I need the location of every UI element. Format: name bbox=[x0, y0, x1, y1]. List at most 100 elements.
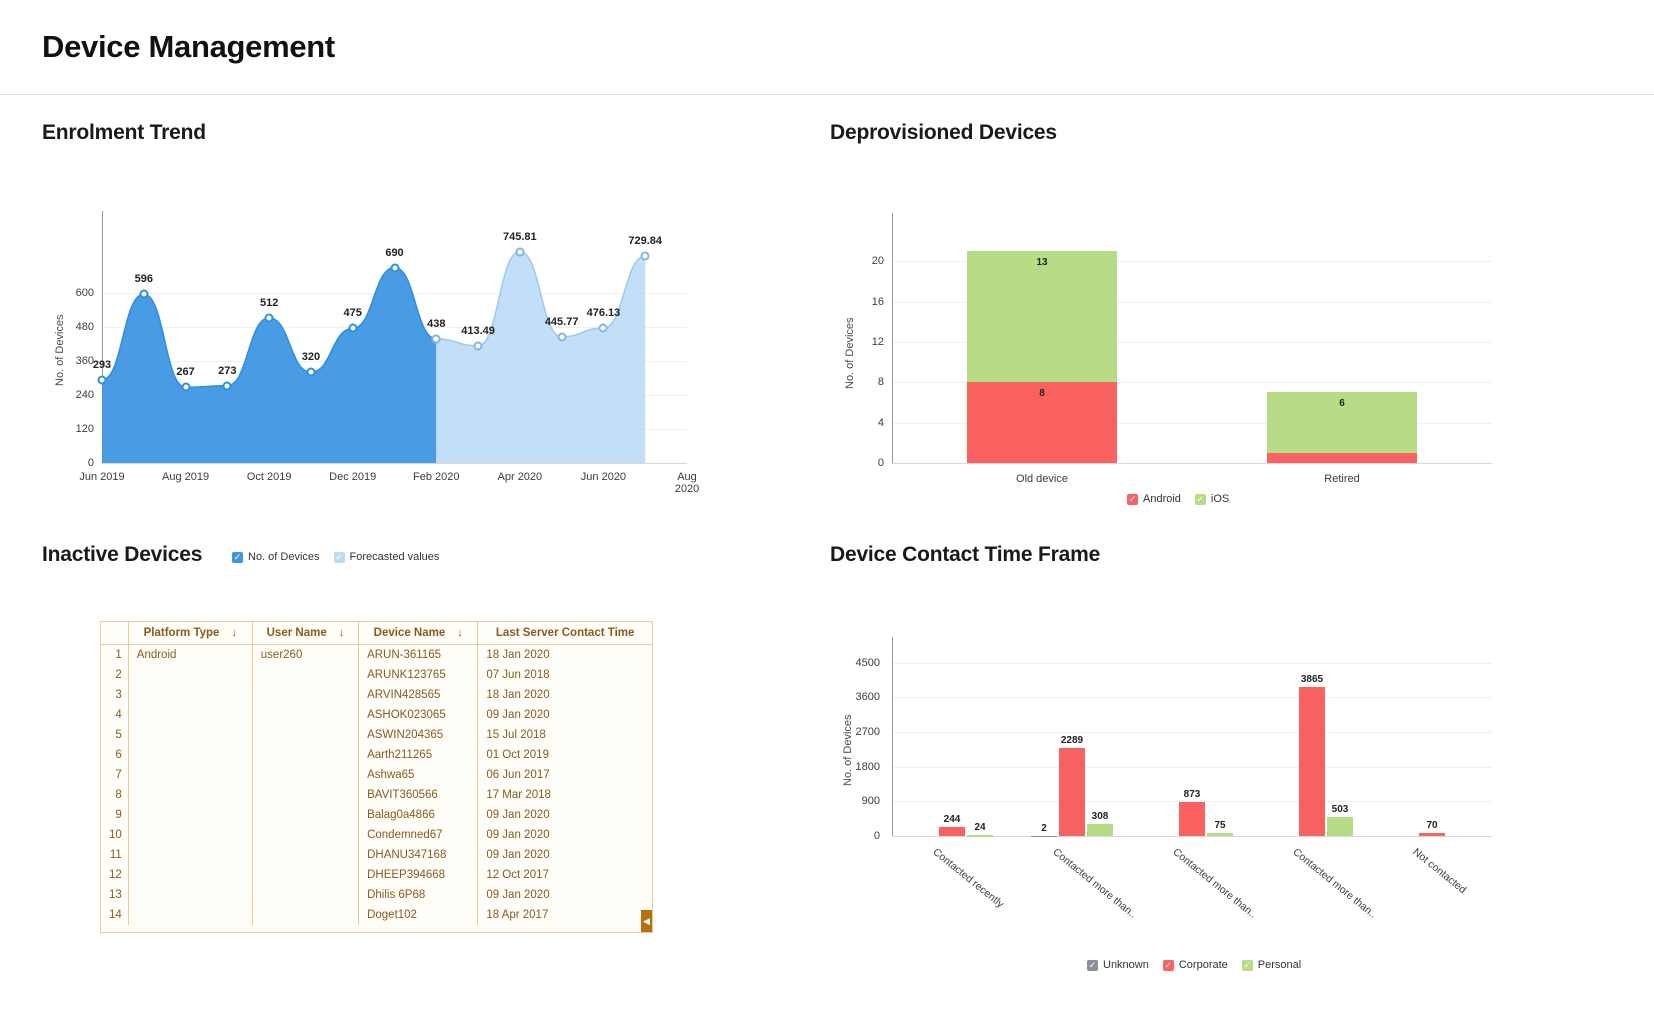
sort-arrow-icon[interactable]: ↓ bbox=[457, 627, 463, 639]
table-cell-device: Ashwa65 bbox=[358, 765, 479, 785]
legend-item[interactable]: ✓ iOS bbox=[1194, 493, 1229, 505]
table-cell-platform bbox=[128, 805, 253, 825]
data-point[interactable] bbox=[222, 381, 232, 391]
data-point-label: 413.49 bbox=[461, 324, 495, 337]
bar-segment[interactable] bbox=[1299, 687, 1325, 836]
table-header-cell[interactable]: Device Name ↓ bbox=[358, 622, 479, 645]
table-cell-user bbox=[252, 765, 360, 785]
table-row[interactable]: 13 Dhilis 6P68 09 Jan 2020 bbox=[101, 885, 652, 905]
deprovisioned-chart: No. of Devices 0 4 8 12 16 20 8 13 Old device 6 Re… bbox=[830, 203, 1530, 503]
y-axis-tick-label: 600 bbox=[75, 287, 94, 299]
deprovisioned-legend[interactable]: ✓ Android ✓ iOS bbox=[1127, 493, 1229, 505]
data-point[interactable] bbox=[431, 334, 441, 344]
table-cell-user bbox=[252, 785, 360, 805]
x-axis-category-label: Contacted more than.. bbox=[1170, 846, 1259, 921]
legend-checkbox-icon[interactable]: ✓ bbox=[1241, 959, 1253, 971]
legend-item[interactable]: ✓ Personal bbox=[1241, 959, 1302, 971]
legend-label: Personal bbox=[1257, 959, 1302, 971]
table-cell-user bbox=[252, 825, 360, 845]
table-header-cell[interactable]: User Name ↓ bbox=[252, 622, 360, 645]
y-axis-tick-label: 12 bbox=[871, 335, 884, 348]
sort-arrow-icon[interactable]: ↓ bbox=[339, 627, 345, 639]
bar-value-label: 13 bbox=[1036, 257, 1048, 269]
table-cell-user bbox=[252, 705, 360, 725]
grid-line bbox=[892, 766, 1492, 768]
table-row[interactable]: 4 ASHOK023065 09 Jan 2020 bbox=[101, 705, 652, 725]
table-body: 1 Android user260 ARUN-361165 18 Jan 2020 2 AR… bbox=[101, 644, 652, 925]
table-cell-platform bbox=[128, 745, 253, 765]
bar-segment[interactable] bbox=[1419, 833, 1445, 836]
table-row[interactable]: 14 Doget102 18 Apr 2017 bbox=[101, 905, 652, 925]
contact-legend[interactable]: ✓ Unknown ✓ Corporate ✓ Personal bbox=[1087, 959, 1301, 971]
legend-checkbox-icon[interactable]: ✓ bbox=[1087, 959, 1098, 971]
data-point[interactable] bbox=[515, 247, 525, 257]
data-point[interactable] bbox=[97, 375, 107, 385]
data-point[interactable] bbox=[598, 323, 608, 333]
legend-item[interactable]: ✓ Corporate bbox=[1162, 959, 1228, 971]
data-point[interactable] bbox=[264, 313, 274, 323]
sort-arrow-icon[interactable]: ↓ bbox=[231, 627, 237, 639]
y-axis-tick-label: 2700 bbox=[855, 725, 880, 738]
data-point[interactable] bbox=[473, 341, 483, 351]
enrolment-area-paths bbox=[102, 250, 646, 463]
bar-segment[interactable] bbox=[1207, 833, 1233, 836]
grid-line bbox=[892, 697, 1492, 699]
bar-segment[interactable] bbox=[967, 251, 1117, 383]
table-row[interactable]: 3 ARVIN428565 18 Jan 2020 bbox=[101, 685, 652, 705]
inactive-devices-table: Platform Type ↓ User Name ↓ Device Name ↓ Last… bbox=[101, 622, 652, 925]
data-point[interactable] bbox=[348, 323, 358, 333]
data-point[interactable] bbox=[557, 332, 567, 342]
x-axis-category-label: Old device bbox=[1016, 473, 1068, 485]
data-point[interactable] bbox=[306, 367, 316, 377]
inactive-devices-table-wrap[interactable]: Platform Type ↓ User Name ↓ Device Name ↓ Last… bbox=[100, 621, 653, 933]
table-cell-user bbox=[252, 845, 360, 865]
inactive-devices-title: Inactive Devices bbox=[42, 543, 203, 566]
table-row[interactable]: 5 ASWIN204365 15 Jul 2018 bbox=[101, 725, 652, 745]
x-axis-category-label: Contacted recently bbox=[930, 846, 1007, 911]
panel-enrolment-trend: Enrolment Trend No. of Devices 0 120 240 36… bbox=[42, 121, 782, 563]
x-axis-tick-label: Dec 2019 bbox=[329, 471, 377, 483]
legend-label: Corporate bbox=[1178, 959, 1228, 971]
table-scroll-left-button[interactable]: ◀ bbox=[641, 910, 652, 932]
data-point[interactable] bbox=[139, 289, 149, 299]
table-row[interactable]: 1 Android user260 ARUN-361165 18 Jan 2020 bbox=[101, 644, 652, 665]
page-header: Device Management bbox=[0, 0, 1654, 95]
table-header-cell[interactable]: Last Server Contact Time bbox=[477, 622, 652, 645]
bar-segment[interactable] bbox=[939, 826, 965, 836]
data-point[interactable] bbox=[640, 251, 650, 261]
data-point[interactable] bbox=[181, 382, 191, 392]
legend-checkbox-icon[interactable]: ✓ bbox=[1194, 493, 1206, 505]
bar-segment[interactable] bbox=[1179, 802, 1205, 836]
bar-segment[interactable] bbox=[1059, 747, 1085, 836]
bar-segment[interactable] bbox=[967, 835, 993, 837]
table-cell-device: ARVIN428565 bbox=[358, 685, 479, 705]
table-cell-idx: 10 bbox=[101, 825, 129, 845]
bar-segment[interactable] bbox=[1087, 824, 1113, 836]
table-row[interactable]: 11 DHANU347168 09 Jan 2020 bbox=[101, 845, 652, 865]
bar-segment[interactable] bbox=[1267, 452, 1417, 463]
table-row[interactable]: 10 Condemned67 09 Jan 2020 bbox=[101, 825, 652, 845]
legend-label: Unknown bbox=[1103, 959, 1149, 971]
data-point[interactable] bbox=[390, 263, 399, 272]
table-header-cell[interactable]: Platform Type ↓ bbox=[128, 622, 253, 645]
table-cell-user bbox=[252, 905, 360, 925]
legend-item[interactable]: ✓ Android bbox=[1127, 493, 1181, 505]
table-row[interactable]: 6 Aarth211265 01 Oct 2019 bbox=[101, 745, 652, 765]
legend-checkbox-icon[interactable]: ✓ bbox=[1127, 493, 1138, 505]
table-row[interactable]: 9 Balag0a4866 09 Jan 2020 bbox=[101, 805, 652, 825]
bar-segment[interactable] bbox=[1031, 835, 1057, 838]
table-cell-user bbox=[252, 885, 360, 905]
table-cell-last: 18 Apr 2017 bbox=[486, 909, 549, 921]
legend-checkbox-icon[interactable]: ✓ bbox=[1162, 959, 1174, 971]
table-cell-device: ASHOK023065 bbox=[358, 705, 479, 725]
table-row[interactable]: 8 BAVIT360566 17 Mar 2018 bbox=[101, 785, 652, 805]
deprovisioned-title: Deprovisioned Devices bbox=[830, 121, 1057, 144]
bar-segment[interactable] bbox=[1327, 816, 1353, 836]
legend-item[interactable]: ✓ Unknown bbox=[1087, 959, 1149, 971]
table-cell-idx: 8 bbox=[101, 785, 129, 805]
table-row[interactable]: 2 ARUNK123765 07 Jun 2018 bbox=[101, 665, 652, 685]
table-row[interactable]: 7 Ashwa65 06 Jun 2017 bbox=[101, 765, 652, 785]
table-row[interactable]: 12 DHEEP394668 12 Oct 2017 bbox=[101, 865, 652, 885]
data-point-label: 445.77 bbox=[544, 315, 579, 328]
y-axis-tick-label: 480 bbox=[75, 321, 94, 333]
